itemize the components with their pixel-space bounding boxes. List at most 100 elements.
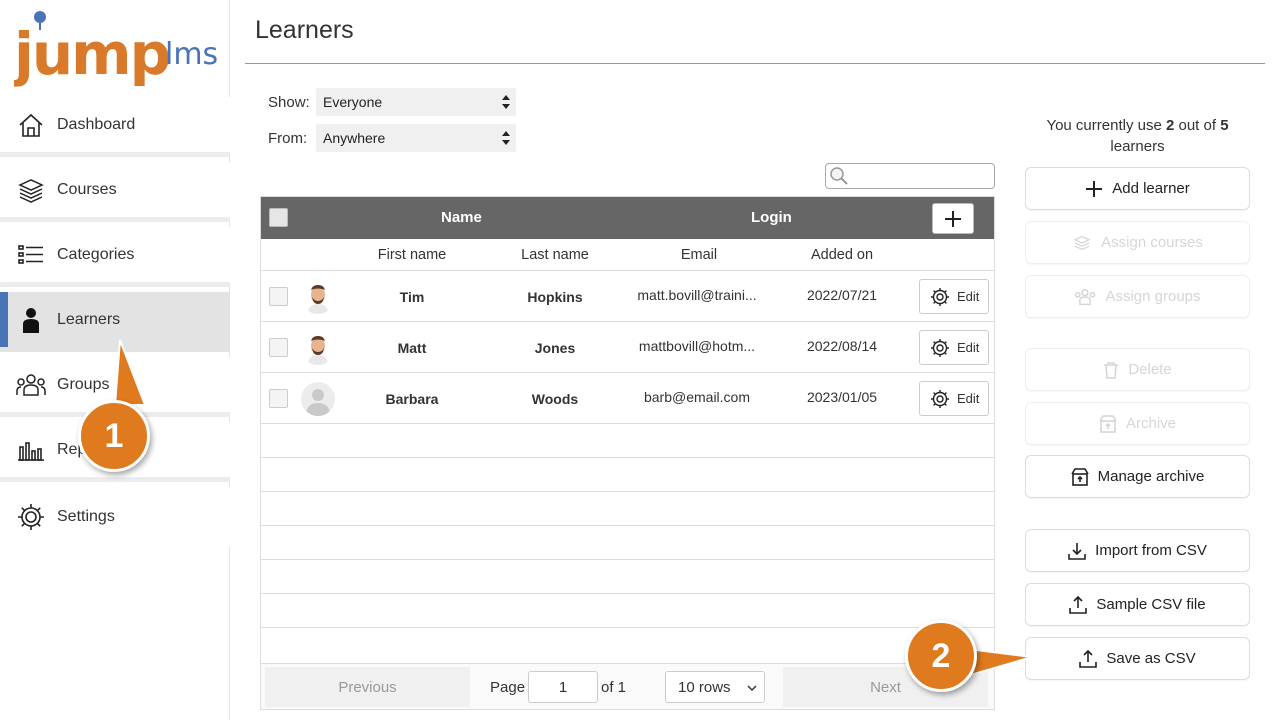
from-filter-select[interactable]: Anywhere <box>316 124 516 152</box>
manage-archive-button[interactable]: Manage archive <box>1025 455 1250 498</box>
archive-button[interactable]: Archive <box>1025 402 1250 445</box>
table-row[interactable]: Matt Jones mattbovill@hotm... 2022/08/14… <box>261 322 994 373</box>
download-icon <box>1068 542 1086 560</box>
table-header: Name Login <box>261 197 994 239</box>
row-checkbox[interactable] <box>269 389 288 408</box>
page-title: Learners <box>255 16 354 44</box>
jumplms-logo: jump lms <box>12 8 219 92</box>
add-column-button[interactable] <box>932 203 974 234</box>
col-last-name[interactable]: Last name <box>521 247 589 263</box>
row-first-name: Barbara <box>385 391 439 407</box>
learner-usage-text: You currently use 2 out of 5 learners <box>1025 115 1250 157</box>
login-header: Login <box>751 209 792 226</box>
empty-row <box>261 594 994 628</box>
row-first-name: Matt <box>397 340 427 356</box>
add-learner-button[interactable]: Add learner <box>1025 167 1250 210</box>
archive-icon <box>1070 467 1089 486</box>
edit-label: Edit <box>957 289 980 304</box>
assign-courses-button[interactable]: Assign courses <box>1025 221 1250 264</box>
sidebar-item-settings[interactable]: Settings <box>0 487 230 547</box>
callout-badge: 2 <box>905 620 977 692</box>
import-csv-button[interactable]: Import from CSV <box>1025 529 1250 572</box>
page-total-label: of 1 <box>601 679 627 696</box>
empty-row <box>261 628 994 662</box>
edit-button[interactable]: Edit <box>919 279 989 314</box>
learners-table: Name Login First name Last name Email Ad… <box>260 196 995 710</box>
sidebar-item-courses[interactable]: Courses <box>0 162 230 222</box>
page-number-input[interactable]: 1 <box>528 671 598 703</box>
show-filter-label: Show: <box>268 94 310 111</box>
usage-used: 2 <box>1165 117 1175 134</box>
sort-arrows-icon <box>502 95 510 109</box>
col-added-on[interactable]: Added on <box>811 247 873 263</box>
usage-middle: out of <box>1178 117 1217 134</box>
sample-csv-label: Sample CSV file <box>1096 596 1206 613</box>
rows-per-page-select[interactable]: 10 rows <box>665 671 765 703</box>
row-added-on: 2022/07/21 <box>806 287 878 303</box>
import-csv-label: Import from CSV <box>1095 542 1207 559</box>
archive-icon <box>1099 414 1117 433</box>
empty-row <box>261 424 994 458</box>
svg-text:jump: jump <box>14 20 169 88</box>
sidebar-item-categories[interactable]: Categories <box>0 227 230 287</box>
col-email[interactable]: Email <box>681 247 717 263</box>
row-added-on: 2022/08/14 <box>806 338 878 354</box>
row-email: barb@email.com <box>643 389 751 405</box>
row-email: matt.bovill@traini... <box>637 287 757 303</box>
assign-courses-label: Assign courses <box>1101 234 1203 251</box>
page-label: Page <box>490 679 526 696</box>
edit-button[interactable]: Edit <box>919 381 989 416</box>
empty-row <box>261 492 994 526</box>
row-added-on: 2023/01/05 <box>806 389 878 405</box>
col-first-name[interactable]: First name <box>378 247 447 263</box>
sidebar-item-label: Courses <box>57 180 117 198</box>
default-avatar <box>301 382 335 416</box>
row-last-name: Jones <box>534 340 576 356</box>
delete-button[interactable]: Delete <box>1025 348 1250 391</box>
show-filter-value: Everyone <box>323 94 383 110</box>
search-input[interactable] <box>825 163 995 189</box>
plus-icon <box>945 210 961 227</box>
man-avatar <box>301 331 335 365</box>
table-row[interactable]: Barbara Woods barb@email.com 2023/01/05 … <box>261 373 994 424</box>
gear-icon <box>16 502 46 532</box>
rows-per-page-value: 10 rows <box>678 678 731 696</box>
sidebar-item-dashboard[interactable]: Dashboard <box>0 97 230 157</box>
row-last-name: Woods <box>531 391 579 407</box>
man-avatar <box>301 280 335 314</box>
row-first-name: Tim <box>399 289 425 305</box>
select-all-checkbox[interactable] <box>269 208 288 227</box>
gear-icon <box>931 287 949 306</box>
search-icon <box>830 167 848 185</box>
person-icon <box>16 305 46 335</box>
row-checkbox[interactable] <box>269 287 288 306</box>
previous-button[interactable]: Previous <box>265 667 470 707</box>
upload-icon <box>1079 649 1098 668</box>
row-last-name: Hopkins <box>527 289 583 305</box>
save-csv-button[interactable]: Save as CSV <box>1025 637 1250 680</box>
edit-button[interactable]: Edit <box>919 330 989 365</box>
upload-icon <box>1069 595 1088 614</box>
svg-text:lms: lms <box>165 37 218 72</box>
archive-label: Archive <box>1125 415 1177 432</box>
usage-total: 5 <box>1220 117 1229 134</box>
pagination: Previous Page 1 of 1 10 rows Next <box>261 663 994 709</box>
from-filter-value: Anywhere <box>323 130 386 146</box>
sidebar-item-label: Settings <box>57 508 115 525</box>
sample-csv-button[interactable]: Sample CSV file <box>1025 583 1250 626</box>
books-icon <box>16 175 46 205</box>
from-filter-label: From: <box>268 130 308 147</box>
callout-badge: 1 <box>78 400 150 472</box>
edit-label: Edit <box>957 340 980 355</box>
name-header: Name <box>441 209 482 226</box>
row-checkbox[interactable] <box>269 338 288 357</box>
title-divider <box>245 63 1265 64</box>
usage-prefix: You currently use <box>1046 117 1162 134</box>
save-csv-label: Save as CSV <box>1106 650 1196 667</box>
sidebar-item-label: Dashboard <box>57 115 136 133</box>
table-row[interactable]: Tim Hopkins matt.bovill@traini... 2022/0… <box>261 271 994 322</box>
assign-groups-button[interactable]: Assign groups <box>1025 275 1250 318</box>
gear-icon <box>931 338 949 357</box>
delete-label: Delete <box>1128 361 1172 378</box>
show-filter-select[interactable]: Everyone <box>316 88 516 116</box>
